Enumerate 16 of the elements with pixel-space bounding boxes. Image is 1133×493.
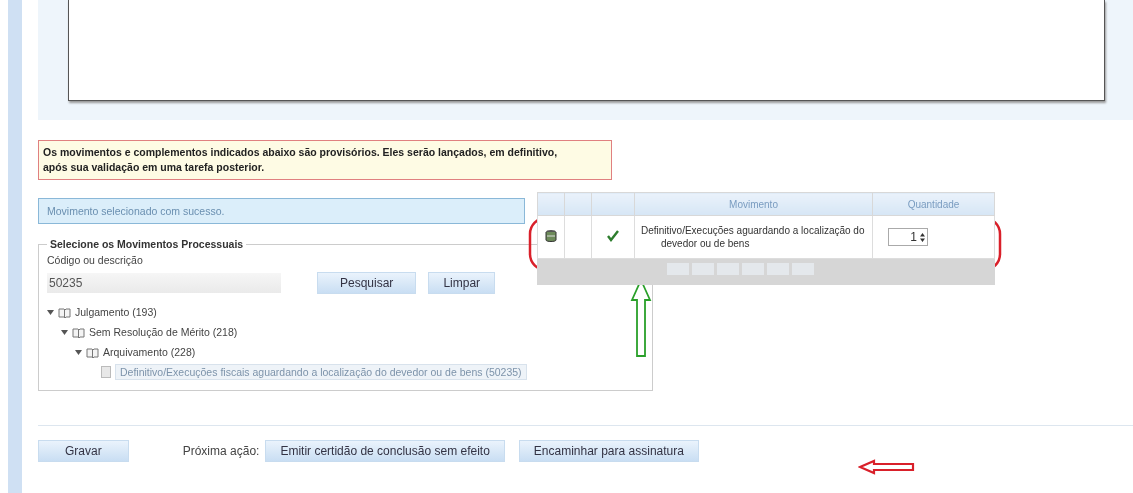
action-button[interactable]: Emitir certidão de conclusão sem efeito xyxy=(265,440,505,462)
column-header: Quantidade xyxy=(872,192,995,216)
tree-item[interactable]: Sem Resolução de Mérito (218) xyxy=(89,326,238,338)
clear-button[interactable]: Limpar xyxy=(428,272,496,294)
tree-item[interactable]: Arquivamento (228) xyxy=(103,346,196,358)
warning-message: Os movimentos e complementos indicados abaixo são provisórios. Eles serão lançados, em definitivo, após sua validação em uma tarefa posterior. xyxy=(38,140,612,180)
next-action-label: Próxima ação: xyxy=(182,444,260,458)
search-button[interactable]: Pesquisar xyxy=(317,272,417,294)
column-header: Movimento xyxy=(634,192,873,216)
success-message: Movimento selecionado com sucesso. xyxy=(38,198,525,224)
search-field[interactable]: 50235 xyxy=(47,273,281,293)
field-label: Código ou descrição xyxy=(47,254,144,266)
fieldset-legend: Selecione os Movimentos Processuais xyxy=(47,238,247,250)
save-button[interactable]: Gravar xyxy=(38,440,129,462)
tree-item[interactable]: Julgamento (193) xyxy=(75,306,157,318)
action-button[interactable]: Encaminhar para assinatura xyxy=(518,440,699,462)
